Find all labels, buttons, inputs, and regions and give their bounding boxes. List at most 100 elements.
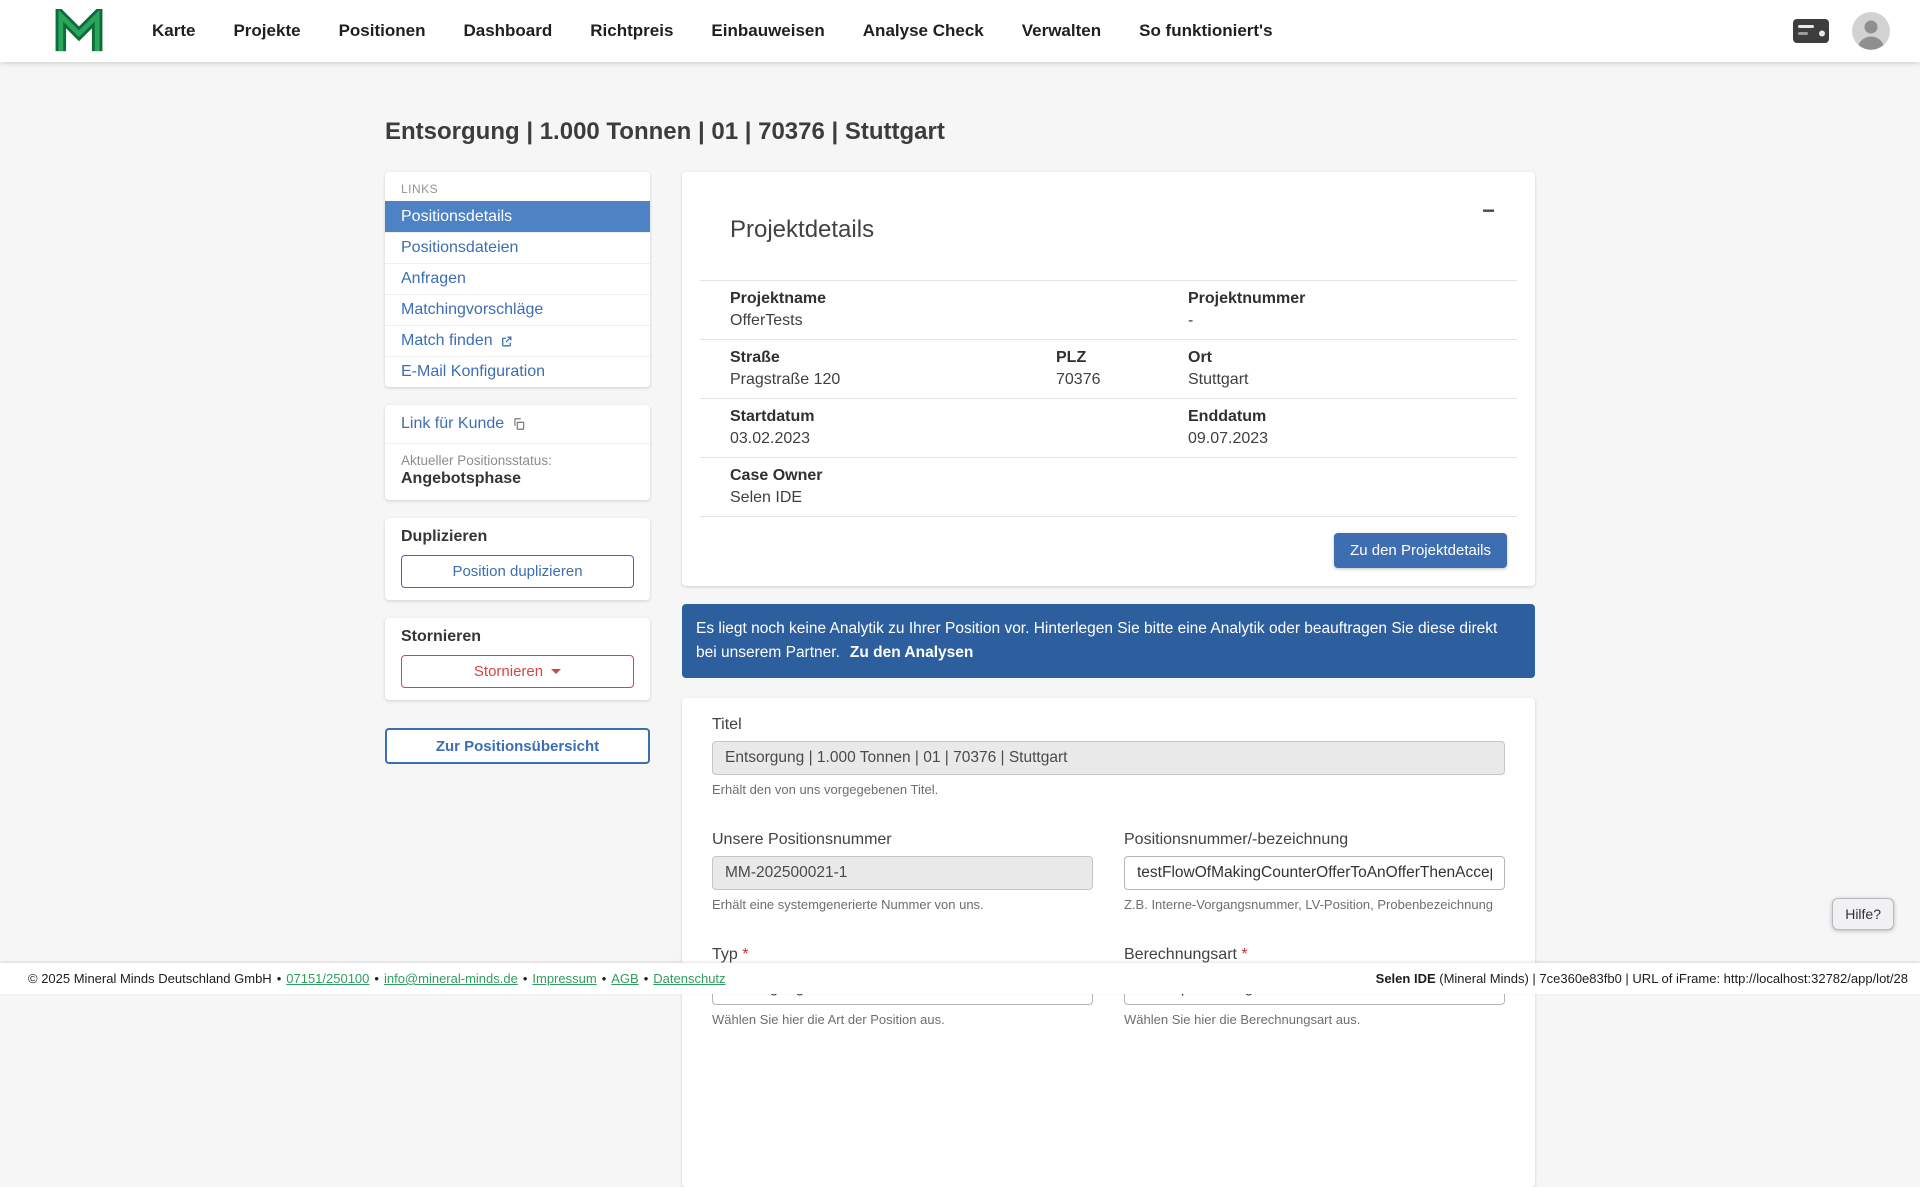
nav-item-richtpreis[interactable]: Richtpreis xyxy=(590,21,673,41)
sidebar-item-label: E-Mail Konfiguration xyxy=(401,363,546,380)
external-link-icon xyxy=(501,336,512,346)
sidebar-item-positionsdetails[interactable]: Positionsdetails xyxy=(385,201,650,232)
user-avatar-icon[interactable] xyxy=(1852,12,1890,50)
phone-link[interactable]: 07151/250100 xyxy=(286,971,369,986)
go-to-project-details-button[interactable]: Zu den Projektdetails xyxy=(1334,532,1507,568)
analytics-info-banner: Es liegt noch keine Analytik zu Ihrer Po… xyxy=(682,603,1535,678)
field-titel: Titel Erhält den von uns vorgegebenen Ti… xyxy=(712,716,1505,797)
projektname-label: Projektname xyxy=(730,289,827,307)
plz-value: 70376 xyxy=(1056,370,1101,388)
table-row: Projektname OfferTests Projektnummer - xyxy=(700,281,1517,340)
email-link[interactable]: info@mineral-minds.de xyxy=(384,971,518,986)
cancel-card: Stornieren Stornieren xyxy=(385,618,650,700)
sidebar-item-anfragen[interactable]: Anfragen xyxy=(385,263,650,294)
sidebar-item-match-finden[interactable]: Match finden xyxy=(385,325,650,356)
startdatum-value: 03.02.2023 xyxy=(730,429,811,447)
position-form-card: Titel Erhält den von uns vorgegebenen Ti… xyxy=(682,697,1535,1187)
strasse-value: Pragstraße 120 xyxy=(730,370,841,388)
main-nav: Karte Projekte Positionen Dashboard Rich… xyxy=(152,21,1273,41)
agb-link[interactable]: AGB xyxy=(611,971,638,986)
field-startdatum: Startdatum 03.02.2023 xyxy=(730,407,1056,448)
chevron-down-icon xyxy=(551,669,562,674)
footer-user: Selen IDE xyxy=(1375,971,1436,986)
sidebar-item-label: Positionsdetails xyxy=(401,208,513,225)
position-overview-button[interactable]: Zur Positionsübersicht xyxy=(385,728,650,764)
projektname-value: OfferTests xyxy=(730,311,803,329)
copy-icon xyxy=(514,418,525,430)
cancel-title: Stornieren xyxy=(401,628,482,645)
nav-item-projekte[interactable]: Projekte xyxy=(233,21,300,41)
duplicate-card: Duplizieren Position duplizieren xyxy=(385,518,650,600)
nav-item-positionen[interactable]: Positionen xyxy=(339,21,426,41)
nav-item-verwalten[interactable]: Verwalten xyxy=(1022,21,1101,41)
field-enddatum: Enddatum 09.07.2023 xyxy=(1188,407,1517,448)
impressum-link[interactable]: Impressum xyxy=(532,971,596,986)
page-title: Entsorgung | 1.000 Tonnen | 01 | 70376 |… xyxy=(385,118,945,145)
footer-session-info: Selen IDE (Mineral Minds) | 7ce360e83fb0… xyxy=(1376,971,1908,986)
field-unsere-positionsnummer: Unsere Positionsnummer Erhält eine syste… xyxy=(712,831,1093,912)
customer-link-card: Link für Kunde Aktueller Positionsstatus… xyxy=(385,405,650,500)
duplicate-title: Duplizieren xyxy=(401,528,488,545)
sidebar-item-matchingvorschlaege[interactable]: Matchingvorschläge xyxy=(385,294,650,325)
sidebar: LINKS Positionsdetails Positionsdateien … xyxy=(385,172,650,764)
nav-item-einbauweisen[interactable]: Einbauweisen xyxy=(711,21,824,41)
positionsnummer-input[interactable] xyxy=(1124,855,1505,890)
field-projektnummer: Projektnummer - xyxy=(1188,289,1517,330)
footer-session-details: (Mineral Minds) | 7ce360e83fb0 | URL of … xyxy=(1435,971,1908,986)
nav-item-karte[interactable]: Karte xyxy=(152,21,195,41)
field-case-owner: Case Owner Selen IDE xyxy=(730,466,1056,507)
server-icon[interactable] xyxy=(1792,18,1830,44)
berechnungsart-helper: Wählen Sie hier die Berechnungsart aus. xyxy=(1124,1011,1361,1027)
customer-link-label: Link für Kunde xyxy=(401,415,505,432)
go-to-analyses-link[interactable]: Zu den Analysen xyxy=(850,644,973,661)
separator: • xyxy=(522,971,528,986)
project-details-card: Projektdetails − Projektname OfferTests … xyxy=(682,172,1535,586)
sidebar-item-label: Positionsdateien xyxy=(401,239,519,256)
customer-link[interactable]: Link für Kunde xyxy=(385,405,650,444)
sidebar-links-card: LINKS Positionsdetails Positionsdateien … xyxy=(385,172,650,387)
field-strasse: Straße Pragstraße 120 xyxy=(730,348,1056,389)
footer: © 2025 Mineral Minds Deutschland GmbH • … xyxy=(0,963,1920,994)
sidebar-item-label: Anfragen xyxy=(401,270,466,287)
typ-helper: Wählen Sie hier die Art der Position aus… xyxy=(712,1011,945,1027)
field-positionsnummer: Positionsnummer/-bezeichnung Z.B. Intern… xyxy=(1124,831,1505,912)
sidebar-item-label: Matchingvorschläge xyxy=(401,301,544,318)
startdatum-label: Startdatum xyxy=(730,407,815,425)
help-button[interactable]: Hilfe? xyxy=(1832,898,1894,930)
copyright-text: © 2025 Mineral Minds Deutschland GmbH xyxy=(28,971,272,986)
typ-label: Typ * xyxy=(712,945,749,963)
strasse-label: Straße xyxy=(730,348,780,366)
nav-item-analyse-check[interactable]: Analyse Check xyxy=(863,21,984,41)
nav-item-so-funktionierts[interactable]: So funktioniert's xyxy=(1139,21,1272,41)
titel-label: Titel xyxy=(712,715,742,733)
collapse-icon[interactable]: − xyxy=(1472,196,1505,226)
sidebar-item-label: Match finden xyxy=(401,332,493,349)
case-owner-label: Case Owner xyxy=(730,466,823,484)
titel-input xyxy=(712,740,1505,775)
sidebar-links-header: LINKS xyxy=(401,182,439,196)
projektnummer-value: - xyxy=(1188,311,1194,329)
enddatum-value: 09.07.2023 xyxy=(1188,429,1269,447)
case-owner-value: Selen IDE xyxy=(730,488,803,506)
cancel-position-button[interactable]: Stornieren xyxy=(401,655,634,688)
field-plz: PLZ 70376 xyxy=(1056,348,1188,389)
projektnummer-label: Projektnummer xyxy=(1188,289,1306,307)
position-status-label: Aktueller Positionsstatus: xyxy=(401,453,552,468)
field-projektname: Projektname OfferTests xyxy=(730,289,1056,330)
ort-label: Ort xyxy=(1188,348,1212,366)
separator: • xyxy=(601,971,607,986)
position-status-value: Angebotsphase xyxy=(401,470,522,487)
positionsnummer-label: Positionsnummer/-bezeichnung xyxy=(1124,830,1349,848)
sidebar-item-positionsdateien[interactable]: Positionsdateien xyxy=(385,232,650,263)
mineral-minds-logo[interactable] xyxy=(54,9,104,53)
field-ort: Ort Stuttgart xyxy=(1188,348,1517,389)
required-marker: * xyxy=(742,945,749,963)
sidebar-item-email-konfiguration[interactable]: E-Mail Konfiguration xyxy=(385,356,650,387)
nav-item-dashboard[interactable]: Dashboard xyxy=(463,21,552,41)
plz-label: PLZ xyxy=(1056,348,1087,366)
datenschutz-link[interactable]: Datenschutz xyxy=(653,971,725,986)
cancel-button-label: Stornieren xyxy=(473,663,544,680)
table-row: Startdatum 03.02.2023 Enddatum 09.07.202… xyxy=(700,399,1517,458)
main-content: Projektdetails − Projektname OfferTests … xyxy=(682,172,1535,1187)
duplicate-position-button[interactable]: Position duplizieren xyxy=(401,555,634,588)
